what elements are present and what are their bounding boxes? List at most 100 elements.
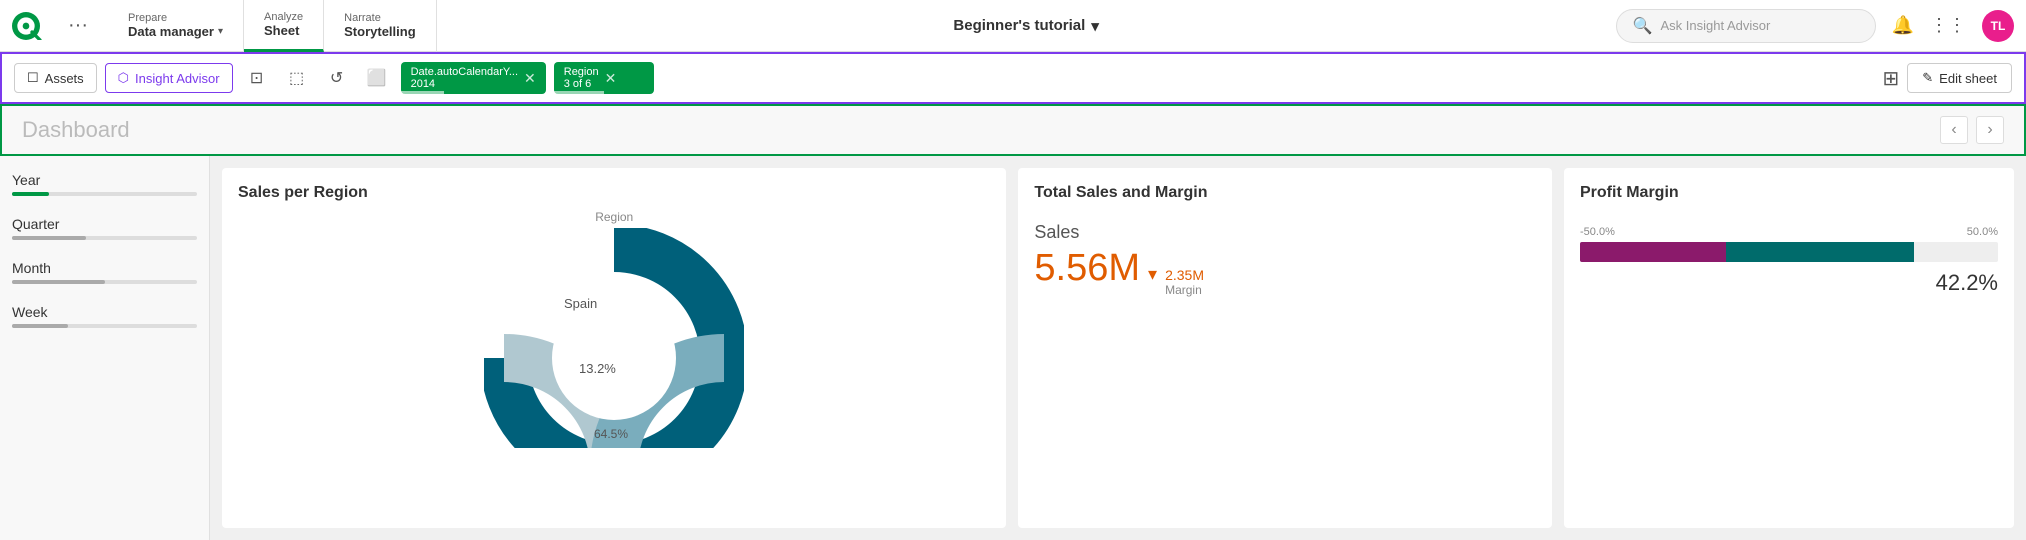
nav-narrate[interactable]: Narrate Storytelling bbox=[324, 0, 437, 52]
marquee-tool-button[interactable]: ⬚ bbox=[281, 62, 313, 94]
insight-advisor-search[interactable]: 🔍 Ask Insight Advisor bbox=[1616, 9, 1876, 43]
panel-total-sales: Total Sales and Margin Sales 5.56M ▾ 2.3… bbox=[1018, 168, 1552, 528]
sales-label: Sales bbox=[1034, 222, 1536, 243]
filter-chip-region-label: Region bbox=[564, 66, 599, 78]
filter-year[interactable]: Year bbox=[12, 172, 197, 196]
filter-year-track bbox=[12, 192, 197, 196]
nav-narrate-title: Storytelling bbox=[344, 24, 416, 39]
donut-region-label: Region bbox=[595, 210, 633, 224]
margin-arrow: ▾ bbox=[1148, 264, 1157, 285]
dashboard-prev-button[interactable]: ‹ bbox=[1940, 116, 1968, 144]
margin-bar-purple bbox=[1580, 242, 1726, 262]
snapshot-button[interactable]: ⬜ bbox=[361, 62, 393, 94]
prev-icon: ‹ bbox=[1951, 121, 1956, 139]
dashboard-next-button[interactable]: › bbox=[1976, 116, 2004, 144]
filter-week-fill bbox=[12, 324, 68, 328]
edit-sheet-icon: ✎ bbox=[1922, 70, 1933, 86]
nav-analyze-label: Analyze bbox=[264, 11, 303, 23]
panel-profit-margin: Profit Margin -50.0% 50.0% 42.2% bbox=[1564, 168, 2014, 528]
search-placeholder: Ask Insight Advisor bbox=[1661, 18, 1771, 33]
filter-quarter-track bbox=[12, 236, 197, 240]
svg-text:13.2%: 13.2% bbox=[579, 361, 616, 376]
assets-label: Assets bbox=[45, 71, 84, 86]
lasso-tool-button[interactable]: ⊡ bbox=[241, 62, 273, 94]
notifications-icon[interactable]: 🔔 bbox=[1892, 15, 1914, 36]
svg-text:Spain: Spain bbox=[564, 296, 597, 311]
top-nav: ··· Prepare Data manager ▾ Analyze Sheet… bbox=[0, 0, 2026, 52]
nav-right: 🔍 Ask Insight Advisor 🔔 ⋮⋮ TL bbox=[1616, 9, 2014, 43]
app-title[interactable]: Beginner's tutorial ▾ bbox=[953, 17, 1098, 35]
assets-icon: ☐ bbox=[27, 70, 39, 86]
dashboard-navigation: ‹ › bbox=[1940, 116, 2004, 144]
filter-chip-region-progress bbox=[554, 91, 604, 94]
assets-button[interactable]: ☐ Assets bbox=[14, 63, 97, 93]
nav-prepare-title: Data manager bbox=[128, 24, 214, 39]
undo-button[interactable]: ↺ bbox=[321, 62, 353, 94]
nav-analyze[interactable]: Analyze Sheet bbox=[244, 0, 324, 52]
profit-margin-title: Profit Margin bbox=[1580, 184, 1679, 201]
sidebar: Year Quarter Month Week bbox=[0, 156, 210, 540]
app-title-chevron: ▾ bbox=[1091, 17, 1099, 35]
toolbar: ☐ Assets ⬡ Insight Advisor ⊡ ⬚ ↺ ⬜ Date.… bbox=[0, 52, 2026, 104]
logo bbox=[12, 12, 52, 40]
margin-pct-value: 42.2% bbox=[1580, 270, 1998, 296]
filter-quarter-fill bbox=[12, 236, 86, 240]
sales-region-title: Sales per Region bbox=[238, 184, 368, 201]
nav-prepare[interactable]: Prepare Data manager ▾ bbox=[108, 0, 244, 52]
filter-quarter-label: Quarter bbox=[12, 216, 197, 232]
next-icon: › bbox=[1987, 121, 1992, 139]
edit-sheet-label: Edit sheet bbox=[1939, 71, 1997, 86]
margin-scale-left: -50.0% bbox=[1580, 226, 1615, 238]
donut-chart-svg: Spain 13.2% 64.5% bbox=[484, 228, 744, 448]
filter-year-label: Year bbox=[12, 172, 197, 188]
nav-analyze-title: Sheet bbox=[264, 23, 303, 38]
margin-scale: -50.0% 50.0% bbox=[1580, 226, 1998, 238]
donut-chart-area: Region Spain 13.2% 64.5% bbox=[238, 210, 990, 448]
margin-value: 2.35M bbox=[1165, 267, 1204, 283]
main-content: Sales per Region Region Spain 13.2% bbox=[210, 156, 2026, 540]
sales-main-value: 5.56M bbox=[1034, 247, 1140, 290]
panel-sales-region: Sales per Region Region Spain 13.2% bbox=[222, 168, 1006, 528]
filter-chip-region-inner: Region 3 of 6 bbox=[564, 66, 599, 90]
filter-chip-date-progress bbox=[401, 91, 445, 94]
search-icon: 🔍 bbox=[1633, 16, 1653, 36]
total-sales-title: Total Sales and Margin bbox=[1034, 184, 1207, 201]
edit-sheet-button[interactable]: ✎ Edit sheet bbox=[1907, 63, 2012, 93]
avatar-initials: TL bbox=[1991, 19, 2006, 33]
grid-view-button[interactable]: ⊞ bbox=[1883, 66, 1900, 91]
grid-apps-icon[interactable]: ⋮⋮ bbox=[1930, 15, 1966, 36]
svg-text:64.5%: 64.5% bbox=[594, 427, 628, 441]
insight-advisor-label: Insight Advisor bbox=[135, 71, 220, 86]
filter-year-fill bbox=[12, 192, 49, 196]
nav-center: Beginner's tutorial ▾ bbox=[437, 17, 1616, 35]
profit-margin-content: -50.0% 50.0% 42.2% bbox=[1580, 226, 1998, 296]
dashboard-header: Dashboard ‹ › bbox=[0, 104, 2026, 156]
filter-week-track bbox=[12, 324, 197, 328]
kpi-area: Sales 5.56M ▾ 2.35M Margin bbox=[1034, 202, 1536, 297]
kpi-value-row: 5.56M ▾ 2.35M Margin bbox=[1034, 247, 1536, 297]
insight-advisor-icon: ⬡ bbox=[118, 70, 129, 86]
margin-scale-right: 50.0% bbox=[1967, 226, 1998, 238]
filter-chip-date-value: 2014 bbox=[411, 78, 518, 90]
filter-month-fill bbox=[12, 280, 105, 284]
filter-chip-region-close[interactable]: ✕ bbox=[605, 70, 617, 87]
user-avatar[interactable]: TL bbox=[1982, 10, 2014, 42]
insight-advisor-button[interactable]: ⬡ Insight Advisor bbox=[105, 63, 233, 93]
filter-chip-date-close[interactable]: ✕ bbox=[524, 70, 536, 87]
filter-week[interactable]: Week bbox=[12, 304, 197, 328]
filter-quarter[interactable]: Quarter bbox=[12, 216, 197, 240]
margin-label: Margin bbox=[1165, 283, 1204, 297]
qlik-logo-svg bbox=[12, 12, 52, 40]
nav-narrate-label: Narrate bbox=[344, 12, 416, 24]
filter-chip-date-label: Date.autoCalendarY... bbox=[411, 66, 518, 78]
content-area: Year Quarter Month Week Sale bbox=[0, 156, 2026, 540]
margin-bar-teal bbox=[1726, 242, 1914, 262]
filter-chip-date[interactable]: Date.autoCalendarY... 2014 ✕ bbox=[401, 62, 546, 94]
prepare-dropdown-icon: ▾ bbox=[218, 26, 223, 37]
filter-month[interactable]: Month bbox=[12, 260, 197, 284]
filter-month-track bbox=[12, 280, 197, 284]
dashboard-title: Dashboard bbox=[22, 117, 130, 143]
margin-bar-container bbox=[1580, 242, 1998, 262]
more-menu-icon[interactable]: ··· bbox=[68, 14, 88, 37]
filter-chip-region[interactable]: Region 3 of 6 ✕ bbox=[554, 62, 654, 94]
